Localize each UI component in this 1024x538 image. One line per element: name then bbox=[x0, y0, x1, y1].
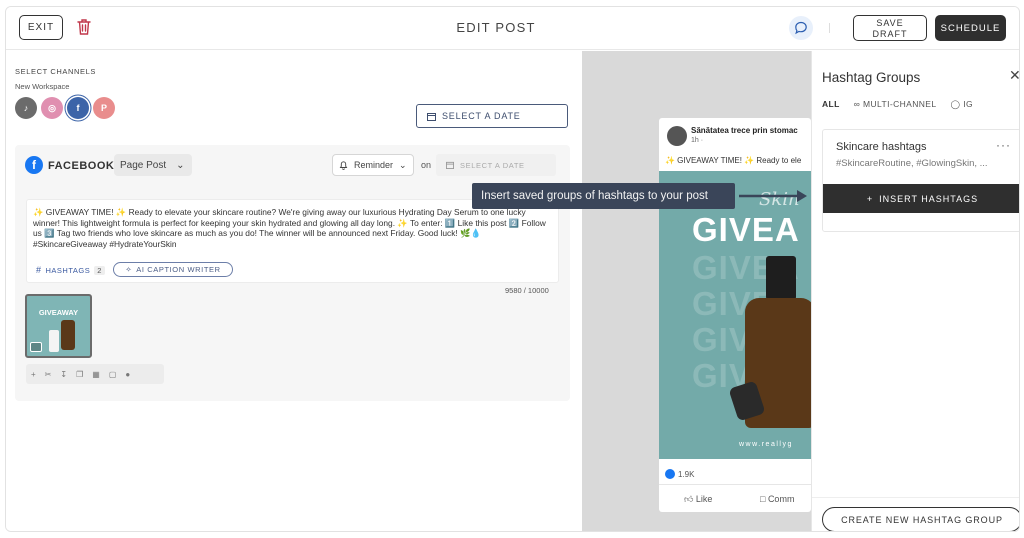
image-headline: GIVEA bbox=[692, 211, 800, 248]
copy-icon[interactable]: ❐ bbox=[76, 370, 83, 379]
save-draft-label-line1: SAVE bbox=[876, 18, 904, 28]
divider bbox=[829, 23, 830, 33]
facebook-icon: f bbox=[76, 103, 80, 113]
character-count: 9580 / 10000 bbox=[505, 286, 549, 295]
select-date-button[interactable]: SELECT A DATE bbox=[416, 104, 568, 128]
hashtag-tooltip: Insert saved groups of hashtags to your … bbox=[472, 183, 735, 209]
hashtag-groups-panel: Hashtag Groups ✕ ALL ∞ MULTI-CHANNEL ◯ I… bbox=[811, 51, 1019, 531]
post-type-select[interactable]: Page Post ⌄ bbox=[114, 154, 192, 176]
sparkle-icon: ✧ bbox=[125, 265, 133, 274]
settings-icon[interactable]: ● bbox=[125, 370, 130, 379]
preview-post-time: 1h · bbox=[691, 137, 704, 144]
thumbnail-bottle bbox=[61, 320, 75, 350]
caption-text: ✨ GIVEAWAY TIME! ✨ Ready to elevate your… bbox=[33, 207, 546, 249]
likes-count: 1.9K bbox=[678, 469, 695, 479]
channel-pinterest[interactable]: P bbox=[93, 97, 115, 119]
post-editor: SELECT CHANNELS New Workspace ♪ ◎ f P SE… bbox=[6, 51, 582, 531]
hashtags-count: 2 bbox=[94, 265, 105, 275]
caption-textarea[interactable]: ✨ GIVEAWAY TIME! ✨ Ready to elevate your… bbox=[26, 199, 559, 283]
arrow-right-icon bbox=[739, 190, 807, 202]
app-window: EXIT EDIT POST SAVE DRAFT SCHEDULE SELEC… bbox=[5, 6, 1020, 532]
image-icon bbox=[30, 342, 42, 352]
group-name: Skincare hashtags bbox=[836, 141, 927, 153]
channel-facebook[interactable]: f bbox=[67, 97, 89, 119]
ai-caption-label: AI CAPTION WRITER bbox=[136, 265, 221, 274]
divider bbox=[812, 497, 1019, 498]
like-label: Like bbox=[695, 494, 713, 504]
close-icon[interactable]: ✕ bbox=[1009, 67, 1019, 84]
more-options-icon[interactable]: ··· bbox=[996, 138, 1011, 152]
hash-icon: # bbox=[36, 265, 42, 275]
chevron-down-icon: ⌄ bbox=[176, 159, 185, 171]
preview-likes: 1.9K bbox=[665, 469, 694, 479]
bottle-pump bbox=[766, 256, 796, 300]
preview-post-text: ✨ GIVEAWAY TIME! ✨ Ready to ele bbox=[665, 156, 802, 165]
pinterest-icon: P bbox=[100, 103, 107, 113]
avatar bbox=[667, 126, 687, 146]
tab-ig-label: IG bbox=[963, 99, 973, 109]
hashtag-group-card[interactable]: Skincare hashtags ··· #SkincareRoutine, … bbox=[822, 129, 1019, 232]
tiktok-icon: ♪ bbox=[23, 103, 29, 113]
on-label: on bbox=[421, 160, 432, 170]
network-name: FACEBOOK bbox=[48, 160, 115, 172]
preview-post-image: Skin GIVEA GIVEA GIVEA GIVEA GIVEA www.r… bbox=[659, 171, 811, 459]
calendar-icon bbox=[446, 161, 454, 169]
calendar-icon bbox=[427, 112, 436, 121]
insert-hashtags-button[interactable]: + INSERT HASHTAGS bbox=[823, 184, 1019, 213]
add-icon[interactable]: + bbox=[31, 370, 36, 379]
thumbnail-box bbox=[49, 330, 59, 352]
group-tags: #SkincareRoutine, #GlowingSkin, ... bbox=[836, 158, 988, 169]
comment-label: Comm bbox=[767, 494, 795, 504]
tab-multi-channel[interactable]: ∞ MULTI-CHANNEL bbox=[854, 99, 937, 110]
tab-multi-channel-label: MULTI-CHANNEL bbox=[862, 99, 937, 109]
delete-icon[interactable]: ▢ bbox=[109, 370, 117, 379]
tab-all[interactable]: ALL bbox=[822, 99, 840, 110]
facebook-logo-icon: f bbox=[25, 156, 43, 174]
create-hashtag-group-button[interactable]: CREATE NEW HASHTAG GROUP bbox=[822, 507, 1019, 531]
thumbnail-label: GIVEAWAY bbox=[38, 308, 79, 317]
facebook-preview-card: Sănătatea trece prin stomac 1h · ✨ GIVEA… bbox=[659, 118, 811, 512]
reminder-select[interactable]: Reminder ⌄ bbox=[332, 154, 414, 176]
page-title: EDIT POST bbox=[456, 20, 536, 35]
hashtag-tabs: ALL ∞ MULTI-CHANNEL ◯ IG bbox=[822, 99, 973, 110]
top-bar: EXIT EDIT POST SAVE DRAFT SCHEDULE bbox=[6, 7, 1019, 50]
post-type-value: Page Post bbox=[120, 159, 167, 171]
schedule-button[interactable]: SCHEDULE bbox=[935, 15, 1006, 41]
insert-hashtags-label: INSERT HASHTAGS bbox=[879, 193, 979, 204]
chat-bubble-icon bbox=[795, 21, 807, 35]
preview-like-button: 👍︎ Like bbox=[684, 494, 713, 504]
media-toolbar: + ✂ ↧ ❐ ▦ ▢ ● bbox=[26, 364, 164, 384]
grid-icon[interactable]: ▦ bbox=[92, 370, 100, 379]
preview-comment-button: □ Comm bbox=[760, 494, 795, 504]
tooltip-text: Insert saved groups of hashtags to your … bbox=[481, 190, 708, 202]
instagram-icon: ◎ bbox=[48, 102, 56, 113]
reminder-date-field[interactable]: SELECT A DATE bbox=[436, 154, 556, 176]
channel-tiktok[interactable]: ♪ bbox=[15, 97, 37, 119]
crop-icon[interactable]: ✂ bbox=[45, 370, 52, 379]
media-thumbnail[interactable]: GIVEAWAY bbox=[25, 294, 92, 358]
plus-icon: + bbox=[866, 193, 874, 204]
preview-reactions: 👍︎ Like □ Comm bbox=[659, 484, 811, 512]
tab-ig[interactable]: ◯ IG bbox=[951, 99, 973, 110]
select-channels-label: SELECT CHANNELS bbox=[15, 67, 96, 76]
comments-button[interactable] bbox=[789, 16, 813, 40]
channel-instagram[interactable]: ◎ bbox=[41, 97, 63, 119]
reminder-date-placeholder: SELECT A DATE bbox=[460, 160, 525, 170]
save-draft-label-line2: DRAFT bbox=[872, 29, 908, 39]
bell-icon bbox=[339, 161, 348, 170]
upload-icon[interactable]: ↧ bbox=[60, 370, 67, 379]
preview-page-name: Sănătatea trece prin stomac bbox=[691, 126, 798, 135]
hashtags-button[interactable]: # HASHTAGS 2 bbox=[36, 265, 105, 275]
thumbs-up-icon bbox=[665, 469, 675, 479]
ai-caption-writer-button[interactable]: ✧ AI CAPTION WRITER bbox=[113, 262, 233, 277]
chevron-down-icon: ⌄ bbox=[399, 159, 407, 170]
panel-title: Hashtag Groups bbox=[822, 70, 921, 85]
workspace-name: New Workspace bbox=[15, 82, 70, 91]
save-draft-button[interactable]: SAVE DRAFT bbox=[853, 15, 927, 41]
image-site-text: www.reallyg bbox=[739, 441, 793, 448]
select-date-label: SELECT A DATE bbox=[442, 111, 521, 121]
reminder-label: Reminder bbox=[354, 160, 394, 170]
hashtags-label: HASHTAGS bbox=[45, 265, 91, 275]
